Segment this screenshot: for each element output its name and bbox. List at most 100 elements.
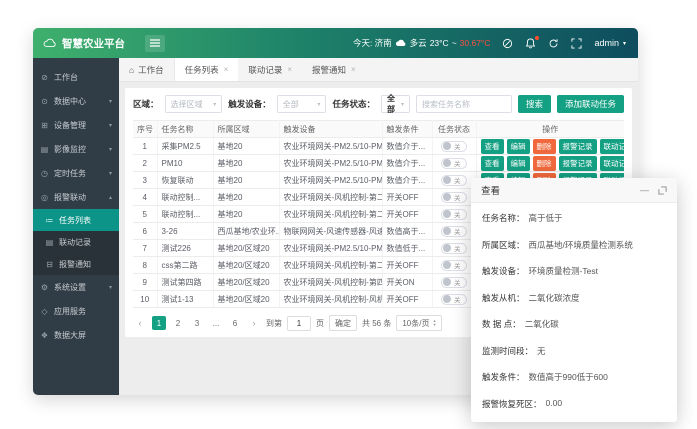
- lock-screen-icon[interactable]: [502, 38, 513, 49]
- page-button-1[interactable]: 1: [152, 316, 166, 330]
- goto-page-input[interactable]: [287, 316, 311, 331]
- cell-name: 联动控制...: [157, 189, 213, 206]
- user-menu[interactable]: admin ▾: [594, 38, 626, 48]
- tab-任务列表[interactable]: 任务列表 ×: [175, 58, 239, 81]
- sidebar-item-video-monitoring[interactable]: ▤影像监控▾: [33, 137, 119, 161]
- cell-name: 3-26: [157, 223, 213, 240]
- field-value: 高于低于: [529, 212, 563, 224]
- cell-device: 农业环境网关-PM2.5/10-PM2.5: [279, 138, 382, 155]
- field-value: 二氧化碳浓度: [529, 292, 580, 304]
- cell-status: 关: [432, 257, 476, 274]
- maximize-icon[interactable]: [658, 186, 667, 195]
- status-select[interactable]: 全部 ▾: [381, 95, 410, 113]
- sidebar-item-scheduled-tasks[interactable]: ◷定时任务▾: [33, 161, 119, 185]
- page-button-2[interactable]: 2: [171, 316, 185, 330]
- fullscreen-icon[interactable]: [571, 38, 582, 49]
- page-size-select[interactable]: 10条/页▴▾: [396, 315, 441, 331]
- page-button-3[interactable]: 3: [190, 316, 204, 330]
- cell-device: 农业环境网关-风机控制-第二路: [279, 189, 382, 206]
- alarm-record-button[interactable]: 报警记录: [559, 139, 597, 154]
- prev-page-button[interactable]: ‹: [133, 316, 147, 330]
- sidebar-item-label: 数据大屏: [54, 330, 112, 341]
- sidebar-item-linkage-records[interactable]: ▤联动记录: [33, 231, 119, 253]
- sidebar-item-alarm-linkage[interactable]: ◎报警联动▴: [33, 185, 119, 209]
- close-icon[interactable]: ×: [287, 65, 292, 74]
- status-toggle[interactable]: 关: [441, 141, 467, 152]
- view-button[interactable]: 查看: [481, 139, 504, 154]
- cell-device: 农业环境网关-风机控制-第四路: [279, 274, 382, 291]
- sidebar-item-data-screen[interactable]: ❖数据大屏: [33, 323, 119, 347]
- view-panel-title: 查看: [481, 183, 500, 197]
- refresh-icon[interactable]: [548, 38, 559, 49]
- status-toggle[interactable]: 关: [441, 260, 467, 271]
- tab-联动记录[interactable]: 联动记录×: [238, 58, 302, 81]
- minimize-icon[interactable]: —: [640, 185, 649, 195]
- next-page-button[interactable]: ›: [247, 316, 261, 330]
- status-toggle[interactable]: 关: [441, 243, 467, 254]
- status-toggle[interactable]: 关: [441, 209, 467, 220]
- edit-button[interactable]: 编辑: [507, 156, 530, 171]
- tab-label: 任务列表: [185, 64, 219, 76]
- search-input[interactable]: [416, 95, 512, 113]
- toggle-label: 关: [454, 141, 461, 151]
- linkage-record-button[interactable]: 联动记录: [600, 156, 625, 171]
- close-icon[interactable]: ×: [351, 65, 356, 74]
- page: 智慧农业平台 今天: 济南 多云 23°C ~ 30.67°C: [0, 0, 697, 429]
- sidebar-collapse-button[interactable]: [145, 35, 165, 52]
- system-settings-icon: ⚙: [40, 283, 49, 292]
- cell-region: 基地20/区域20: [213, 257, 279, 274]
- sidebar-item-system-settings[interactable]: ⚙系统设置▾: [33, 275, 119, 299]
- sidebar-item-workbench[interactable]: ⊘工作台: [33, 65, 119, 89]
- sidebar-item-app-services[interactable]: ◇应用服务: [33, 299, 119, 323]
- alarm-record-button[interactable]: 报警记录: [559, 156, 597, 171]
- cell-name: 测试226: [157, 240, 213, 257]
- panel-field: 触发从机：二氧化碳浓度: [482, 292, 666, 304]
- status-toggle[interactable]: 关: [441, 192, 467, 203]
- device-select[interactable]: 全部 ▾: [277, 95, 327, 113]
- chevron-down-icon: ▾: [623, 40, 626, 47]
- delete-button[interactable]: 删除: [533, 156, 556, 171]
- tab-home[interactable]: ⌂ 工作台: [119, 58, 175, 81]
- region-select[interactable]: 选择区域 ▾: [165, 95, 223, 113]
- notification-bell-icon[interactable]: [525, 38, 536, 49]
- sidebar-item-data-center[interactable]: ⊙数据中心▾: [33, 89, 119, 113]
- sidebar-item-label: 设备管理: [54, 120, 104, 131]
- topbar-right: 今天: 济南 多云 23°C ~ 30.67°C: [353, 37, 638, 49]
- tab-报警通知[interactable]: 报警通知×: [302, 58, 366, 81]
- cell-condition: 开关OFF: [382, 206, 432, 223]
- confirm-button[interactable]: 确定: [329, 315, 357, 331]
- linkage-record-button[interactable]: 联动记录: [600, 139, 625, 154]
- chevron-down-icon: ▾: [317, 101, 320, 108]
- close-icon[interactable]: ×: [224, 65, 229, 74]
- sidebar-item-alarm-notice[interactable]: ⊟报警通知: [33, 253, 119, 275]
- status-filter-label: 任务状态：: [332, 98, 375, 110]
- add-linkage-task-button[interactable]: 添加联动任务: [557, 95, 624, 113]
- temp-high: 30.67°C: [460, 38, 491, 48]
- cell-status: 关: [432, 240, 476, 257]
- view-panel-tools: —: [640, 185, 667, 195]
- search-button[interactable]: 搜索: [518, 95, 551, 113]
- field-value: 二氧化碳: [525, 318, 559, 330]
- cell-device: 农业环境网关-风机控制-第二路: [279, 206, 382, 223]
- sidebar-item-task-list[interactable]: ≔任务列表: [33, 209, 119, 231]
- cell-device: 农业环境网关-PM2.5/10-PM10-: [279, 155, 382, 172]
- edit-button[interactable]: 编辑: [507, 139, 530, 154]
- status-toggle[interactable]: 关: [441, 158, 467, 169]
- page-button-...[interactable]: ...: [209, 316, 223, 330]
- view-button[interactable]: 查看: [481, 156, 504, 171]
- status-toggle[interactable]: 关: [441, 277, 467, 288]
- status-toggle[interactable]: 关: [441, 175, 467, 186]
- sidebar-item-device-management[interactable]: ⊞设备管理▾: [33, 113, 119, 137]
- cell-device: 农业环境网关-PM2.5/10-PM2.5: [279, 172, 382, 189]
- cell-device: 农业环境网关-风机控制-第二路: [279, 257, 382, 274]
- chevron-down-icon: ▾: [109, 170, 112, 177]
- page-button-6[interactable]: 6: [228, 316, 242, 330]
- sidebar-item-label: 工作台: [54, 72, 112, 83]
- status-toggle[interactable]: 关: [441, 294, 467, 305]
- delete-button[interactable]: 删除: [533, 139, 556, 154]
- cloud-logo-icon: [43, 38, 57, 48]
- status-toggle[interactable]: 关: [441, 226, 467, 237]
- user-name: admin: [594, 38, 619, 48]
- field-label: 所属区域：: [482, 239, 525, 251]
- cell-status: 关: [432, 172, 476, 189]
